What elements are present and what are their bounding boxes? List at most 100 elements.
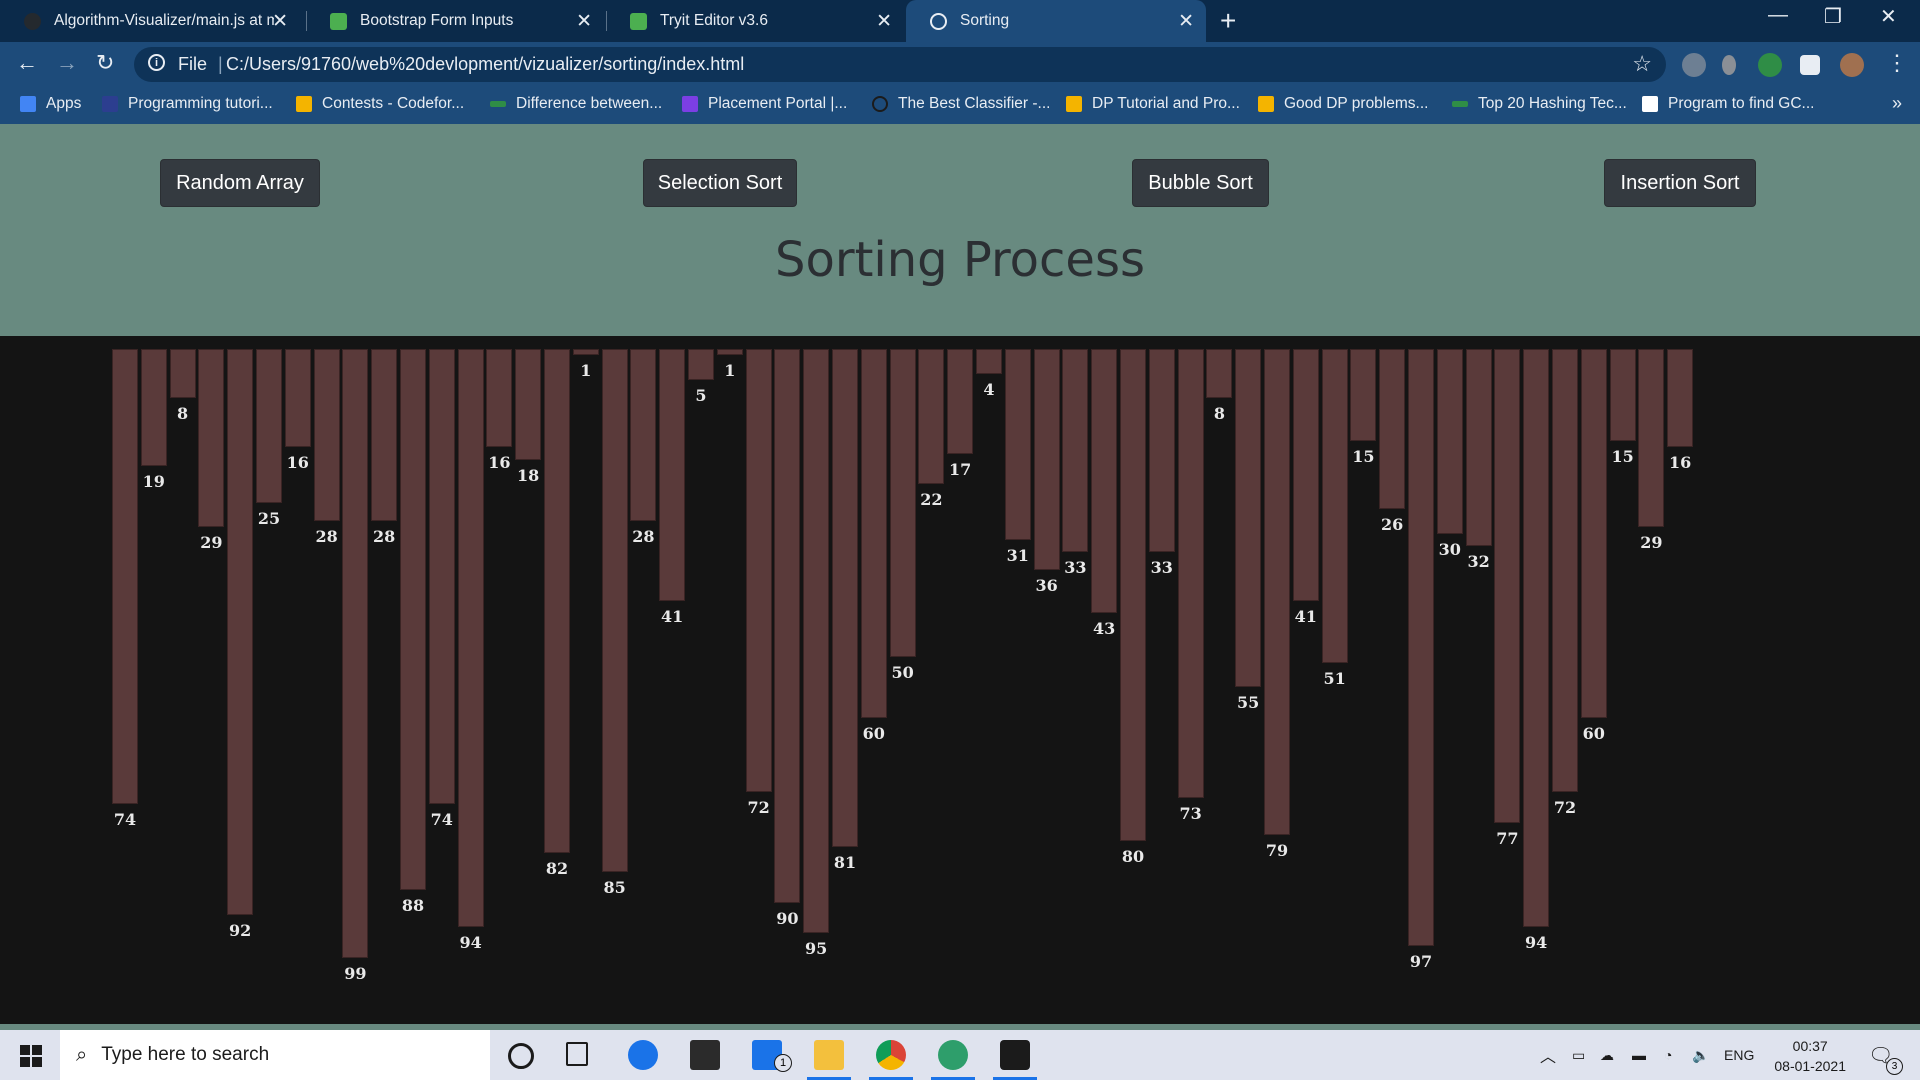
close-tab-icon[interactable]: ✕ <box>1178 10 1194 33</box>
bookmark-item[interactable]: Difference between... <box>490 95 662 113</box>
bookmark-apps[interactable]: Apps <box>20 95 81 113</box>
bar: 16 <box>284 349 311 472</box>
bar: 32 <box>1465 349 1492 571</box>
bookmark-favicon <box>1452 101 1468 107</box>
cortana-icon[interactable] <box>508 1043 534 1069</box>
restore-icon[interactable]: ❐ <box>1824 4 1842 29</box>
bar: 29 <box>198 349 225 552</box>
file-explorer-icon[interactable] <box>814 1040 844 1070</box>
bookmark-star-icon[interactable]: ☆ <box>1632 51 1652 77</box>
bookmark-item[interactable]: Top 20 Hashing Tec... <box>1452 95 1627 113</box>
bar-rect <box>1148 349 1175 552</box>
extension-bottle-icon[interactable] <box>1722 55 1736 75</box>
bookmark-favicon <box>1258 96 1274 112</box>
bookmark-item[interactable]: Contests - Codefor... <box>296 95 464 113</box>
bar-rect <box>716 349 743 356</box>
minimize-icon[interactable]: — <box>1768 4 1788 27</box>
bubble-sort-button[interactable]: Bubble Sort <box>1132 159 1269 207</box>
address-bar[interactable]: i File | C:/Users/91760/web%20devlopment… <box>134 47 1666 82</box>
close-window-icon[interactable]: ✕ <box>1880 4 1897 29</box>
bookmark-item[interactable]: Programming tutori... <box>102 95 273 113</box>
bar-value-label: 90 <box>776 908 799 928</box>
wifi-icon[interactable]: ◔ <box>1664 1030 1672 1080</box>
bar-rect <box>1667 349 1694 448</box>
store-icon[interactable] <box>690 1040 720 1070</box>
tab-bootstrap-form-inputs[interactable]: Bootstrap Form Inputs ✕ <box>306 0 604 42</box>
new-tab-button[interactable]: + <box>1220 5 1236 37</box>
bar: 25 <box>256 349 282 528</box>
bar: 81 <box>832 349 858 872</box>
chrome-icon[interactable] <box>876 1040 906 1070</box>
taskbar-clock[interactable]: 00:37 08-01-2021 <box>1774 1036 1846 1076</box>
tab-sorting[interactable]: Sorting ✕ <box>906 0 1206 42</box>
bar: 18 <box>515 349 542 485</box>
back-icon[interactable]: ← <box>16 50 38 76</box>
sorting-bars-area: 74 19 8 29 92 25 16 28 99 28 88 74 94 16 18 82 1 85 28 41 5 1… <box>0 336 1920 1024</box>
bar-rect <box>976 349 1002 374</box>
bar-value-label: 8 <box>1213 404 1225 424</box>
site-info-icon[interactable]: i <box>148 54 165 71</box>
random-array-button[interactable]: Random Array <box>160 159 320 207</box>
profile-avatar[interactable] <box>1840 53 1864 77</box>
meet-now-icon[interactable]: ▭ <box>1572 1030 1585 1080</box>
extensions-puzzle-icon[interactable] <box>1800 55 1820 75</box>
extension-tree-icon[interactable] <box>1758 53 1782 77</box>
bar-rect <box>1609 349 1636 442</box>
bookmark-item[interactable]: Good DP problems... <box>1258 95 1428 113</box>
menu-kebab-icon[interactable]: ⋮ <box>1886 50 1908 76</box>
w3schools-icon <box>630 13 647 30</box>
bookmark-item[interactable]: DP Tutorial and Pro... <box>1066 95 1240 113</box>
bar-value-label: 32 <box>1467 551 1490 571</box>
bar: 85 <box>601 349 628 897</box>
forward-icon[interactable]: → <box>56 50 78 76</box>
bar-rect <box>256 349 282 503</box>
bar-value-label: 74 <box>113 810 137 830</box>
bar-value-label: 60 <box>1582 724 1605 743</box>
tab-tryit-editor[interactable]: Tryit Editor v3.6 ✕ <box>606 0 904 42</box>
selection-sort-button[interactable]: Selection Sort <box>643 159 797 207</box>
bar-rect <box>1235 349 1262 688</box>
bar-rect <box>832 349 858 848</box>
browser-toolbar: ← → ↻ i File | C:/Users/91760/web%20devl… <box>0 42 1920 87</box>
close-tab-icon[interactable]: ✕ <box>576 10 592 33</box>
atom-editor-icon[interactable] <box>938 1040 968 1070</box>
bookmark-item[interactable]: Placement Portal |... <box>682 95 847 113</box>
bar-rect <box>745 349 772 792</box>
terminal-icon[interactable] <box>1000 1040 1030 1070</box>
bookmark-item[interactable]: The Best Classifier -... <box>872 95 1050 113</box>
more-bookmarks-icon[interactable]: » <box>1892 93 1902 114</box>
task-view-icon[interactable] <box>566 1042 588 1066</box>
windows-start-icon[interactable] <box>20 1045 42 1072</box>
bar: 43 <box>1091 349 1118 638</box>
url-text[interactable]: C:/Users/91760/web%20devlopment/vizualiz… <box>226 54 744 75</box>
bar-rect <box>1580 349 1607 718</box>
reload-icon[interactable]: ↻ <box>96 50 114 76</box>
close-tab-icon[interactable]: ✕ <box>876 10 892 33</box>
scheme-label: File <box>178 54 208 74</box>
insertion-sort-button[interactable]: Insertion Sort <box>1604 159 1756 207</box>
bookmark-item[interactable]: Program to find GC... <box>1642 95 1814 113</box>
language-indicator[interactable]: ENG <box>1724 1030 1754 1080</box>
page-header: Random Array Selection Sort Bubble Sort … <box>0 124 1920 336</box>
tab-github[interactable]: Algorithm-Visualizer/main.js at m ✕ <box>0 0 300 42</box>
bar-value-label: 85 <box>603 877 626 897</box>
taskbar-search-box[interactable]: ⌕ Type here to search <box>60 1030 490 1080</box>
bar-value-label: 51 <box>1323 668 1346 688</box>
volume-icon[interactable]: 🔈 <box>1692 1030 1709 1080</box>
extension-pen-icon[interactable] <box>1682 53 1706 77</box>
w3schools-icon <box>330 13 347 30</box>
bar: 80 <box>1120 349 1146 866</box>
notification-badge: 3 <box>1886 1058 1903 1075</box>
bar-value-label: 18 <box>517 465 540 485</box>
battery-icon[interactable]: ▬ <box>1632 1030 1646 1080</box>
bar-value-label: 15 <box>1352 447 1375 467</box>
bar-value-label: 97 <box>1409 951 1433 971</box>
close-tab-icon[interactable]: ✕ <box>272 10 288 33</box>
bar-value-label: 41 <box>661 607 684 627</box>
onedrive-cloud-icon[interactable]: ☁ <box>1600 1030 1614 1080</box>
edge-icon[interactable] <box>628 1040 658 1070</box>
bar-value-label: 50 <box>891 662 914 682</box>
bar: 16 <box>486 349 513 472</box>
show-hidden-icons-chevron-icon[interactable]: ︿ <box>1540 1030 1556 1080</box>
bar-value-label: 1 <box>724 361 736 381</box>
